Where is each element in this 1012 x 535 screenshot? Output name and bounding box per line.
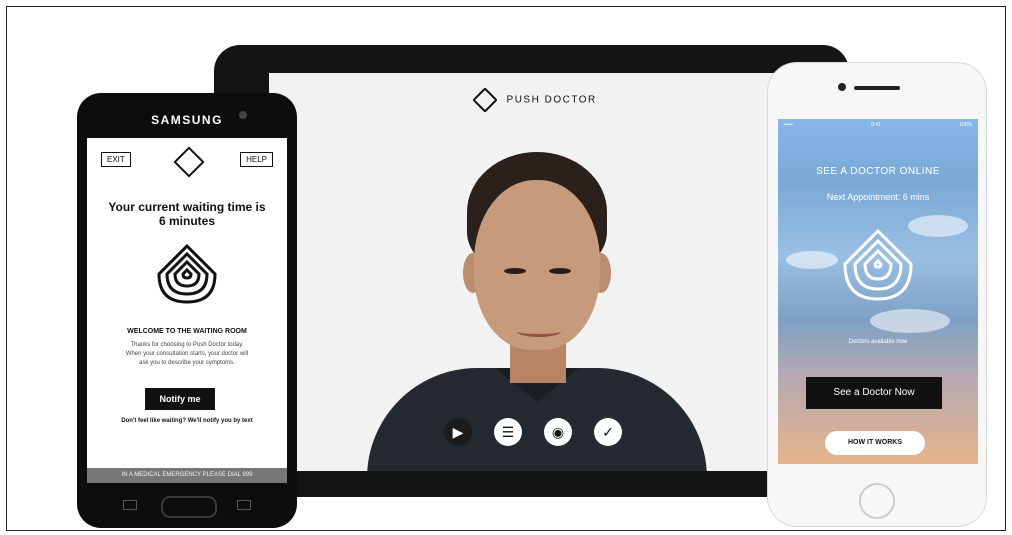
video-button[interactable]: ▶ — [444, 418, 472, 446]
profile-icon: ◉ — [551, 423, 565, 440]
text-notification-message: Don't feel like waiting? We'll notify yo… — [121, 418, 253, 424]
help-button[interactable]: HELP — [240, 152, 273, 167]
front-camera — [838, 83, 846, 91]
welcome-line-1: Thanks for choosing to Push Doctor today… — [130, 342, 244, 348]
video-call-screen: PUSH DOCTOR ▶ ☰ ◉ ✓ — [269, 73, 804, 471]
exit-button[interactable]: EXIT — [101, 152, 131, 167]
recent-apps-key — [123, 500, 137, 510]
confirm-button[interactable]: ✓ — [594, 418, 622, 446]
waiting-time-line-2: 6 minutes — [158, 214, 215, 229]
waiting-time-line-1: Your current waiting time is — [108, 200, 266, 214]
doctor-right-eye — [549, 268, 571, 274]
back-key — [237, 500, 251, 510]
doctor-left-eye — [504, 268, 526, 274]
push-doctor-logo: PUSH DOCTOR — [269, 87, 804, 113]
samsung-brand: SAMSUNG — [151, 113, 223, 127]
app-title: SEE A DOCTOR ONLINE — [816, 166, 940, 177]
see-doctor-now-button[interactable]: See a Doctor Now — [806, 377, 942, 409]
push-doctor-mark-icon — [173, 146, 205, 178]
push-doctor-logo-icon — [157, 243, 217, 304]
emergency-banner: IN A MEDICAL EMERGENCY PLEASE DIAL 999 — [87, 468, 287, 483]
how-it-works-button[interactable]: HOW IT WORKS — [825, 431, 925, 455]
waiting-room-screen: EXIT HELP Your current waiting time is 6… — [87, 138, 287, 483]
iphone-device: ••••• 9:41 100% SEE A DOCTOR ONLINE Next… — [767, 62, 987, 527]
notify-me-button[interactable]: Notify me — [145, 388, 215, 410]
profile-button[interactable]: ◉ — [544, 418, 572, 446]
welcome-line-3: ask you to describe your symptoms. — [139, 360, 235, 366]
chat-icon: ☰ — [501, 423, 515, 440]
chat-button[interactable]: ☰ — [494, 418, 522, 446]
push-doctor-mark-icon — [472, 87, 498, 113]
samsung-phone: SAMSUNG EXIT HELP Your current waiting t… — [77, 93, 297, 528]
call-controls: ▶ ☰ ◉ ✓ — [444, 418, 622, 446]
next-appointment: Next Appointment: 6 mins — [826, 192, 930, 202]
status-time: 9:41 — [871, 122, 881, 128]
sky-cloud — [870, 309, 950, 333]
waiting-time-title: Your current waiting time is 6 minutes — [101, 200, 273, 229]
status-bar: ••••• 9:41 100% — [778, 122, 978, 128]
home-button[interactable] — [161, 496, 217, 518]
welcome-heading: WELCOME TO THE WAITING ROOM — [127, 328, 247, 335]
promo-frame: PUSH DOCTOR ▶ ☰ ◉ ✓ SAMSUNG EXIT HELP Yo… — [6, 6, 1006, 531]
video-icon: ▶ — [452, 423, 464, 440]
doctors-available-status: Doctors available now — [848, 339, 908, 345]
welcome-line-2: When your consultation starts, your doct… — [125, 351, 249, 357]
front-camera — [239, 111, 247, 119]
push-doctor-brand: PUSH DOCTOR — [506, 94, 597, 106]
doctor-mouth — [517, 326, 561, 337]
doctor-face — [474, 180, 600, 350]
welcome-message: Thanks for choosing to Push Doctor today… — [105, 341, 269, 368]
push-doctor-logo-icon — [843, 228, 913, 301]
home-app-screen: ••••• 9:41 100% SEE A DOCTOR ONLINE Next… — [778, 119, 978, 464]
earpiece-speaker — [854, 86, 900, 90]
tablet-device: PUSH DOCTOR ▶ ☰ ◉ ✓ — [214, 45, 849, 497]
home-button[interactable] — [859, 483, 895, 519]
battery-level: 100% — [959, 122, 972, 128]
signal-strength: ••••• — [784, 122, 793, 128]
sky-cloud — [786, 251, 838, 269]
check-icon: ✓ — [602, 423, 614, 440]
